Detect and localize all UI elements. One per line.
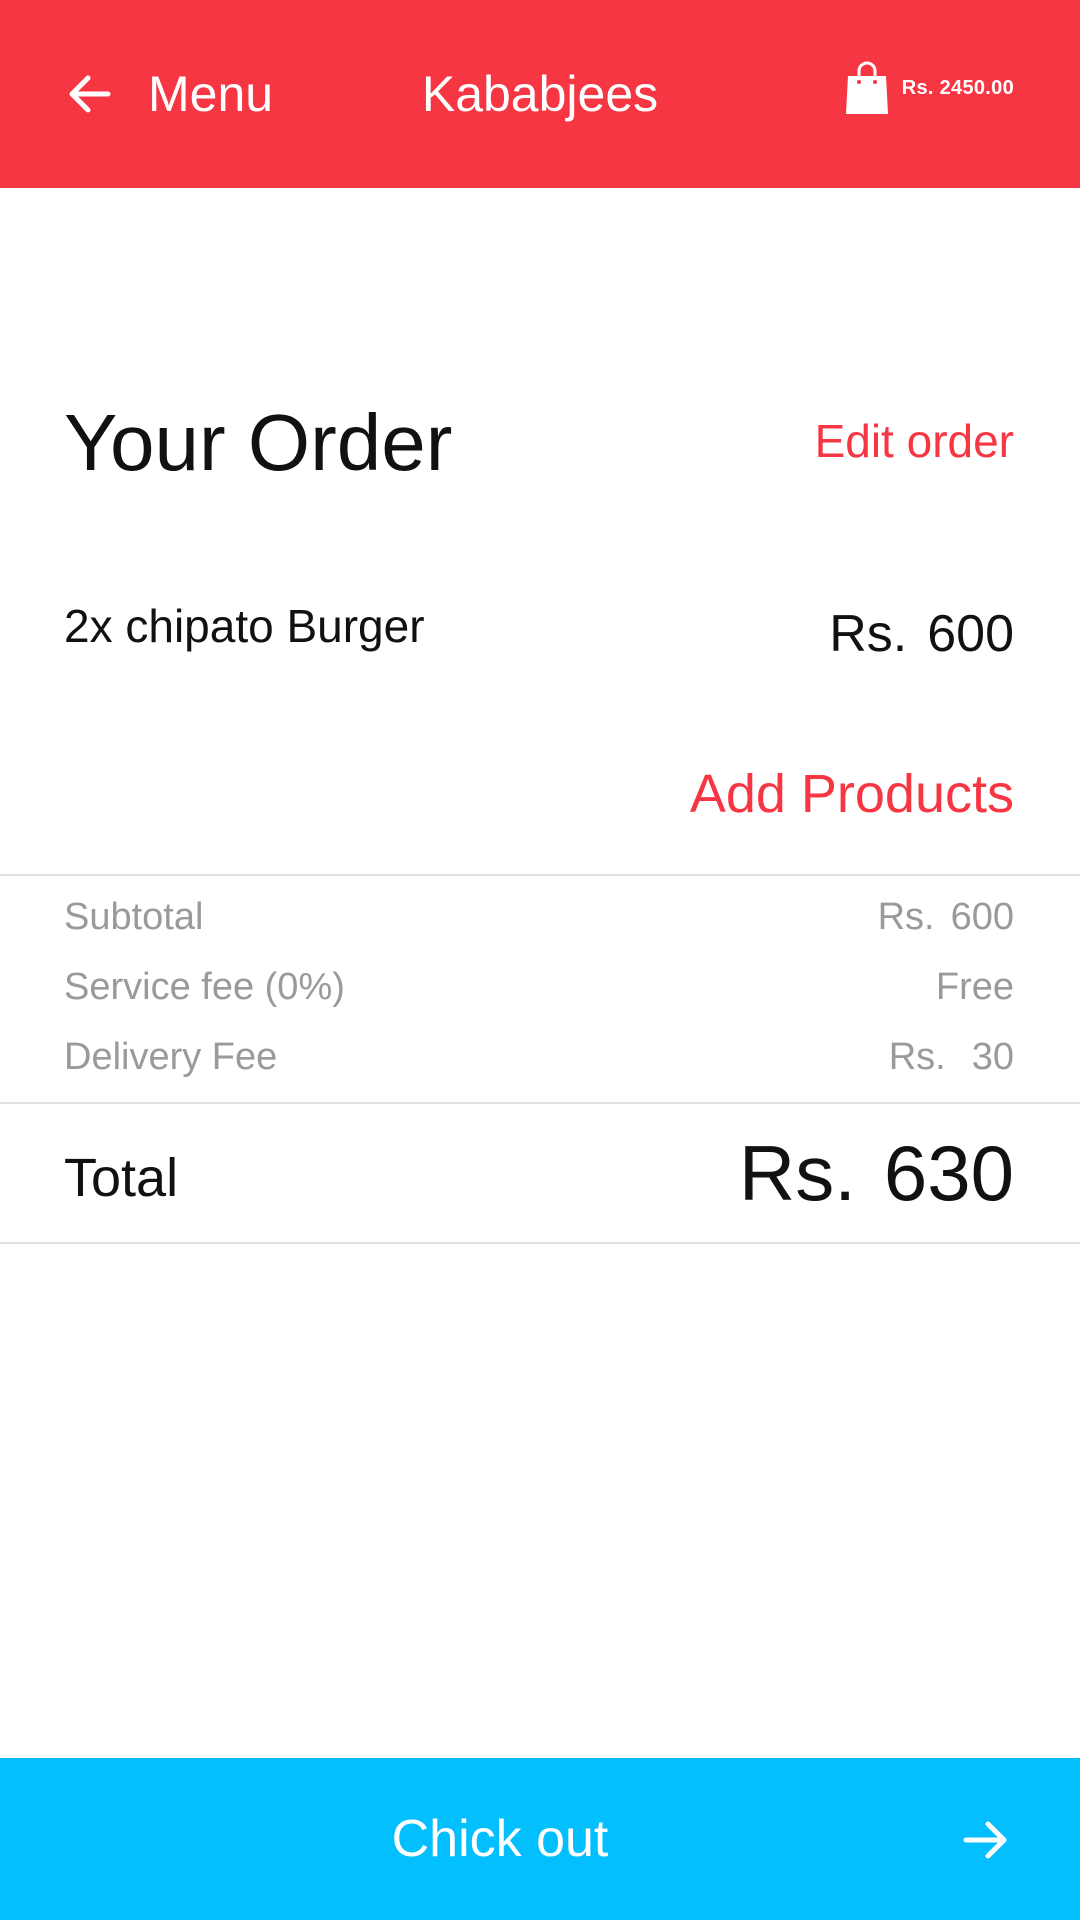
currency-label: Rs. (877, 895, 935, 938)
currency-label: Rs. (829, 605, 908, 663)
total-amount: 630 (883, 1129, 1014, 1217)
delivery-fee-amount: 30 (971, 1035, 1014, 1078)
order-item-price: Rs. 600 (829, 604, 1014, 664)
subtotal-amount: 600 (950, 895, 1014, 938)
restaurant-title: Kababjees (421, 66, 659, 122)
delivery-fee-label: Delivery Fee (64, 1035, 278, 1078)
order-item-name: 2x chipato Burger (64, 600, 425, 652)
subtotal-row: Subtotal Rs. 600 (64, 892, 1014, 942)
subtotal-value: Rs. 600 (878, 896, 1014, 939)
price-amount: 600 (927, 605, 1014, 663)
add-products-link[interactable]: Add Products (690, 762, 1014, 826)
subtotal-label: Subtotal (64, 895, 204, 938)
delivery-fee-row: Delivery Fee Rs. 30 (64, 1032, 1014, 1082)
checkout-label: Chick out (391, 1810, 609, 1868)
order-screen: Menu Kababjees Rs. 2450.00 Your Order Ed… (0, 0, 1080, 1920)
total-label: Total (64, 1148, 179, 1208)
shopping-bag-icon (844, 60, 890, 116)
divider (0, 1242, 1080, 1244)
arrow-right-icon (958, 1812, 1014, 1868)
service-fee-label: Service fee (0%) (64, 965, 345, 1008)
page-title: Your Order (64, 398, 453, 487)
arrow-left-icon (64, 68, 116, 125)
cart-button[interactable]: Rs. 2450.00 (844, 58, 1014, 118)
cart-total: Rs. 2450.00 (901, 76, 1014, 99)
service-fee-value: Free (935, 965, 1014, 1008)
currency-label: Rs. (738, 1129, 856, 1217)
menu-link[interactable]: Menu (148, 64, 273, 124)
edit-order-link[interactable]: Edit order (815, 413, 1014, 469)
divider (0, 1102, 1080, 1104)
back-button[interactable] (60, 66, 120, 126)
app-bar: Menu Kababjees Rs. 2450.00 (0, 0, 1080, 188)
checkout-button[interactable]: Chick out (0, 1758, 1080, 1920)
delivery-fee-value: Rs. 30 (889, 1036, 1014, 1079)
divider (0, 874, 1080, 876)
total-value: Rs. 630 (739, 1128, 1014, 1218)
currency-label: Rs. (888, 1035, 946, 1078)
service-fee-row: Service fee (0%) Free (64, 962, 1014, 1012)
